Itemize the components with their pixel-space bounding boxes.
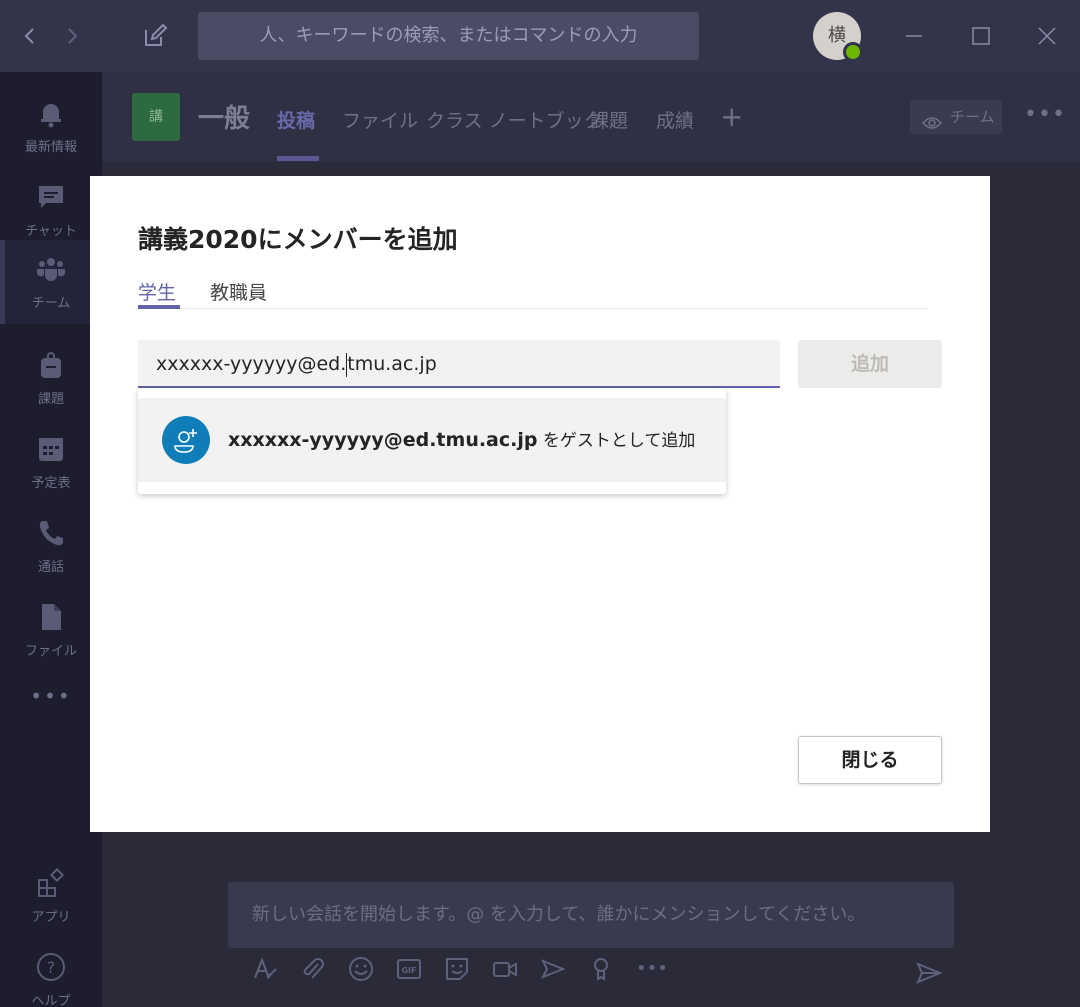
gif-icon[interactable]: GIF (396, 956, 422, 982)
minimize-icon[interactable] (898, 20, 930, 52)
title-bar: 人、キーワードの検索、またはコマンドの入力 横 (0, 0, 1080, 72)
eye-icon (921, 109, 943, 129)
app-bar: 最新情報 チャット チーム 課題 予定表 通話 ファイル ••• アプリ ? ヘ… (0, 72, 102, 1007)
meet-now-icon[interactable] (492, 956, 518, 982)
more-apps-icon[interactable]: ••• (0, 684, 102, 708)
format-icon[interactable] (252, 956, 278, 982)
teams-icon (36, 254, 66, 284)
presence-available-icon (843, 42, 863, 62)
rail-item-files[interactable]: ファイル (0, 588, 102, 672)
tab-teachers[interactable]: 教職員 (210, 278, 267, 305)
backpack-icon (36, 350, 66, 380)
input-text-before-caret: xxxxxx-yyyyyy@ed. (156, 353, 347, 375)
new-chat-compose-icon[interactable] (141, 22, 169, 50)
rail-label: 通話 (37, 560, 64, 575)
tab-files[interactable]: ファイル (342, 106, 418, 133)
more-compose-options-icon[interactable]: ••• (636, 956, 668, 982)
stream-icon[interactable] (540, 956, 566, 982)
rail-item-teams[interactable]: チーム (0, 240, 102, 324)
svg-text:GIF: GIF (401, 966, 416, 975)
forward-arrow-icon[interactable] (58, 22, 86, 50)
rail-label: 最新情報 (24, 140, 77, 155)
search-input[interactable]: 人、キーワードの検索、またはコマンドの入力 (198, 12, 699, 60)
close-window-icon[interactable] (1031, 20, 1063, 52)
channel-header: 講 一般 投稿 ファイル クラス ノートブック 課題 成績 + チーム ••• (102, 72, 1080, 162)
rail-item-help[interactable]: ? ヘルプ (0, 938, 102, 1007)
rail-item-activity[interactable]: 最新情報 (0, 84, 102, 168)
back-arrow-icon[interactable] (16, 22, 44, 50)
apps-icon (36, 867, 66, 898)
suggestion-email: xxxxxx-yyyyyy@ed.tmu.ac.jp (228, 429, 538, 451)
more-options-icon[interactable]: ••• (1024, 102, 1066, 127)
svg-text:?: ? (47, 958, 56, 977)
guest-suggestion-text: xxxxxx-yyyyyy@ed.tmu.ac.jp をゲストとして追加 (228, 398, 695, 482)
add-members-dialog: 講義2020にメンバーを追加 学生 教職員 xxxxxx-yyyyyy@ed.t… (90, 176, 990, 832)
active-tab-indicator (138, 305, 180, 309)
add-button[interactable]: 追加 (798, 340, 942, 388)
rail-label: 予定表 (31, 476, 71, 491)
add-guest-icon (162, 416, 210, 464)
send-icon[interactable] (916, 960, 943, 986)
help-icon: ? (36, 952, 66, 982)
rail-item-assignments[interactable]: 課題 (0, 336, 102, 420)
maximize-icon[interactable] (965, 20, 997, 52)
close-button[interactable]: 閉じる (798, 736, 942, 784)
dialog-title: 講義2020にメンバーを追加 (138, 225, 458, 254)
team-avatar: 講 (132, 93, 180, 141)
member-search-input[interactable]: xxxxxx-yyyyyy@ed.tmu.ac.jp (138, 340, 780, 388)
suggestion-dropdown: xxxxxx-yyyyyy@ed.tmu.ac.jp をゲストとして追加 (138, 388, 726, 494)
tab-students[interactable]: 学生 (138, 278, 176, 305)
bell-icon (36, 98, 66, 128)
rail-item-calls[interactable]: 通話 (0, 504, 102, 588)
add-as-guest-option[interactable]: xxxxxx-yyyyyy@ed.tmu.ac.jp をゲストとして追加 (138, 398, 726, 482)
calendar-icon (36, 434, 66, 464)
team-view-button[interactable]: チーム (910, 100, 1002, 134)
tab-grades[interactable]: 成績 (656, 106, 694, 133)
input-text-after-caret: tmu.ac.jp (347, 353, 437, 375)
sticker-icon[interactable] (444, 956, 470, 982)
file-icon (36, 602, 66, 632)
active-tab-indicator (277, 156, 319, 161)
phone-icon (36, 518, 66, 548)
channel-name: 一般 (198, 104, 251, 134)
suggestion-suffix: をゲストとして追加 (537, 431, 696, 451)
team-button-label: チーム (950, 108, 995, 126)
rail-label: チーム (31, 296, 71, 311)
add-tab-icon[interactable]: + (720, 100, 743, 133)
compose-box[interactable]: 新しい会話を開始します。@ を入力して、誰かにメンションしてください。 (228, 882, 954, 948)
rail-label: ファイル (24, 644, 77, 659)
emoji-icon[interactable] (348, 956, 374, 982)
tab-class-notebook[interactable]: クラス ノートブック (426, 106, 603, 133)
chat-icon (36, 182, 66, 212)
tab-posts[interactable]: 投稿 (277, 106, 315, 133)
attach-icon[interactable] (300, 956, 326, 982)
rail-item-calendar[interactable]: 予定表 (0, 420, 102, 504)
praise-icon[interactable] (588, 956, 614, 982)
active-indicator (0, 240, 5, 324)
tabs-divider (138, 308, 928, 309)
tab-assignments[interactable]: 課題 (590, 106, 628, 133)
rail-item-apps[interactable]: アプリ (0, 854, 102, 938)
rail-label: チャット (25, 224, 77, 239)
rail-label: 課題 (37, 392, 64, 407)
rail-label: アプリ (31, 910, 71, 925)
rail-label: ヘルプ (31, 994, 71, 1007)
